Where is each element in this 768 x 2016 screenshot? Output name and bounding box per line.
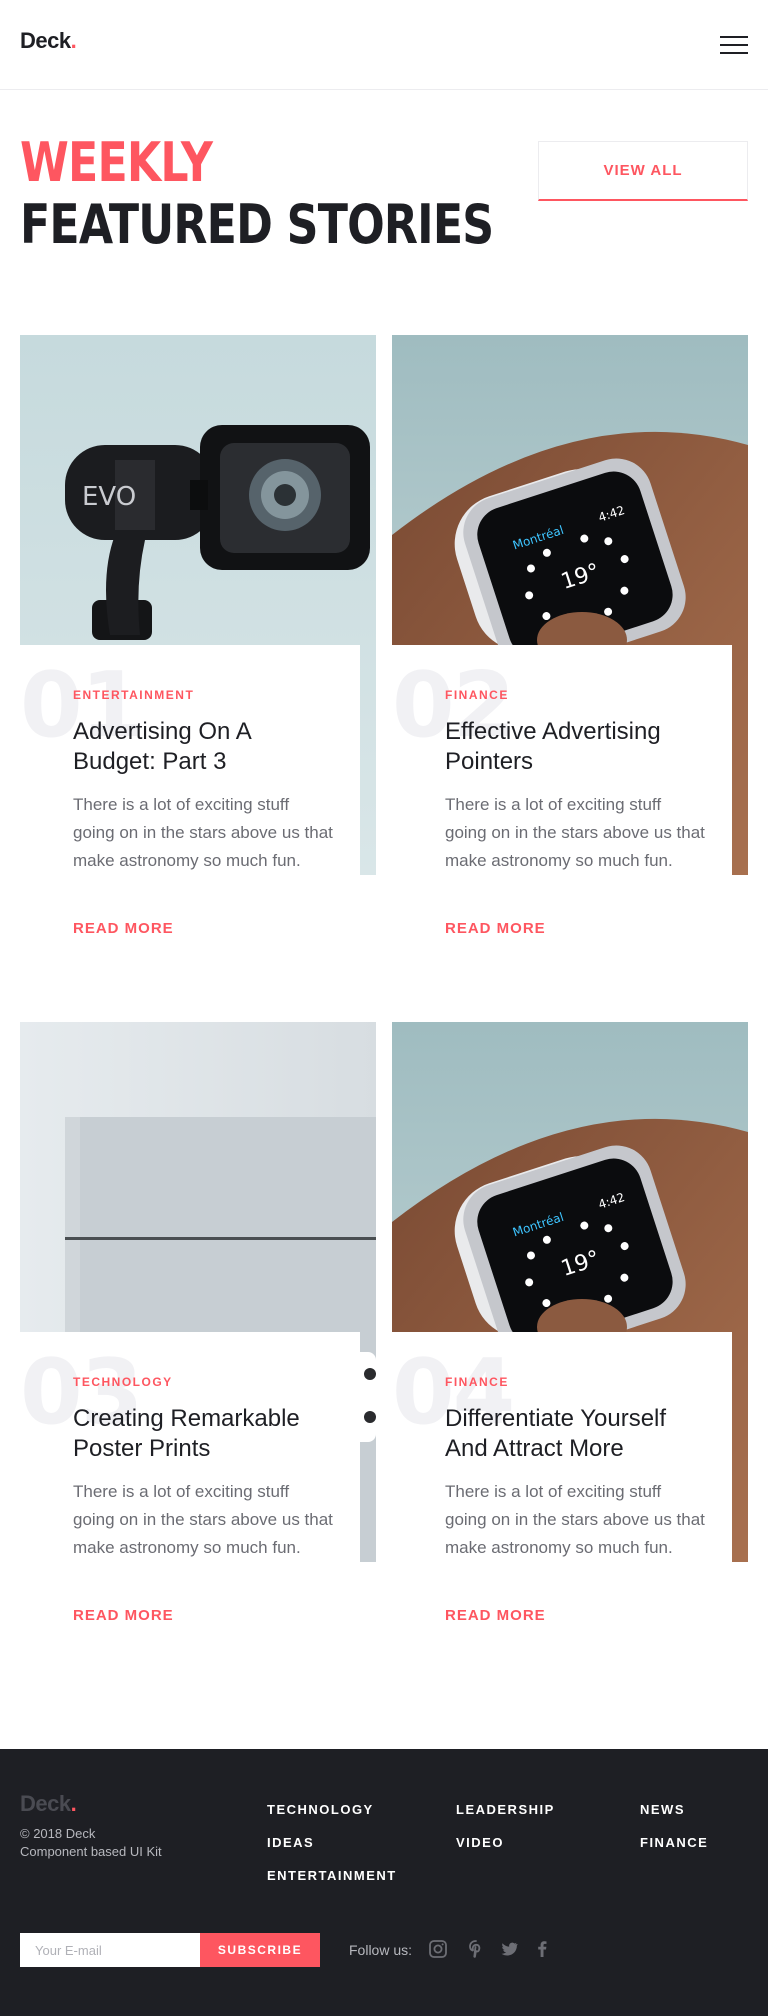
footer-link-finance[interactable]: FINANCE — [640, 1835, 708, 1850]
footer-link-news[interactable]: NEWS — [640, 1802, 685, 1817]
card-category[interactable]: FINANCE — [445, 1375, 509, 1389]
camera-brand-text: EVO — [82, 482, 136, 512]
read-more-link[interactable]: READ MORE — [445, 920, 546, 937]
subscribe-button[interactable]: SUBSCRIBE — [200, 1933, 320, 1967]
card-category[interactable]: FINANCE — [445, 688, 509, 702]
site-header: Deck. — [0, 0, 768, 90]
footer-copyright: © 2018 Deck Component based UI Kit — [20, 1826, 162, 1859]
footer-tagline: Component based UI Kit — [20, 1844, 162, 1859]
instagram-icon[interactable] — [428, 1939, 448, 1959]
card-1: 01 ENTERTAINMENT Advertising On A Budget… — [20, 645, 360, 937]
card-description: There is a lot of exciting stuff going o… — [445, 1482, 705, 1557]
footer-link-technology[interactable]: TECHNOLOGY — [267, 1802, 374, 1817]
footer-logo[interactable]: Deck. — [20, 1791, 77, 1817]
logo[interactable]: Deck. — [20, 28, 77, 54]
card-title[interactable]: Advertising On A Budget: Part 3 — [73, 717, 333, 777]
twitter-icon[interactable] — [499, 1939, 519, 1959]
footer-link-entertainment[interactable]: ENTERTAINMENT — [267, 1868, 397, 1883]
card-category[interactable]: TECHNOLOGY — [73, 1375, 173, 1389]
card-2: 02 FINANCE Effective Advertising Pointer… — [392, 645, 732, 937]
footer-link-ideas[interactable]: IDEAS — [267, 1835, 314, 1850]
read-more-link[interactable]: READ MORE — [445, 1607, 546, 1624]
card-description: There is a lot of exciting stuff going o… — [445, 795, 705, 870]
card-title[interactable]: Effective Advertising Pointers — [445, 717, 705, 777]
card-category[interactable]: ENTERTAINMENT — [73, 688, 194, 702]
menu-icon[interactable] — [720, 36, 748, 54]
view-all-button[interactable]: VIEW ALL — [538, 141, 748, 201]
card-description: There is a lot of exciting stuff going o… — [73, 1482, 333, 1557]
follow-label: Follow us: — [349, 1942, 413, 1958]
footer-link-leadership[interactable]: LEADERSHIP — [456, 1802, 555, 1817]
pinterest-icon[interactable] — [466, 1939, 486, 1959]
card-description: There is a lot of exciting stuff going o… — [73, 795, 333, 870]
footer-link-video[interactable]: VIDEO — [456, 1835, 504, 1850]
card-4: 04 FINANCE Differentiate Yourself And At… — [392, 1332, 732, 1624]
hero-title-accent: WEEKLY — [20, 131, 213, 194]
hero-title: FEATURED STORIES — [20, 193, 494, 256]
card-title[interactable]: Differentiate Yourself And Attract More — [445, 1404, 705, 1464]
site-footer: Deck. © 2018 Deck Component based UI Kit… — [0, 1749, 768, 2016]
read-more-link[interactable]: READ MORE — [73, 1607, 174, 1624]
card-title[interactable]: Creating Remarkable Poster Prints — [73, 1404, 333, 1464]
facebook-icon[interactable] — [532, 1939, 552, 1959]
email-input[interactable] — [20, 1933, 200, 1967]
card-3: 03 TECHNOLOGY Creating Remarkable Poster… — [20, 1332, 360, 1624]
read-more-link[interactable]: READ MORE — [73, 920, 174, 937]
